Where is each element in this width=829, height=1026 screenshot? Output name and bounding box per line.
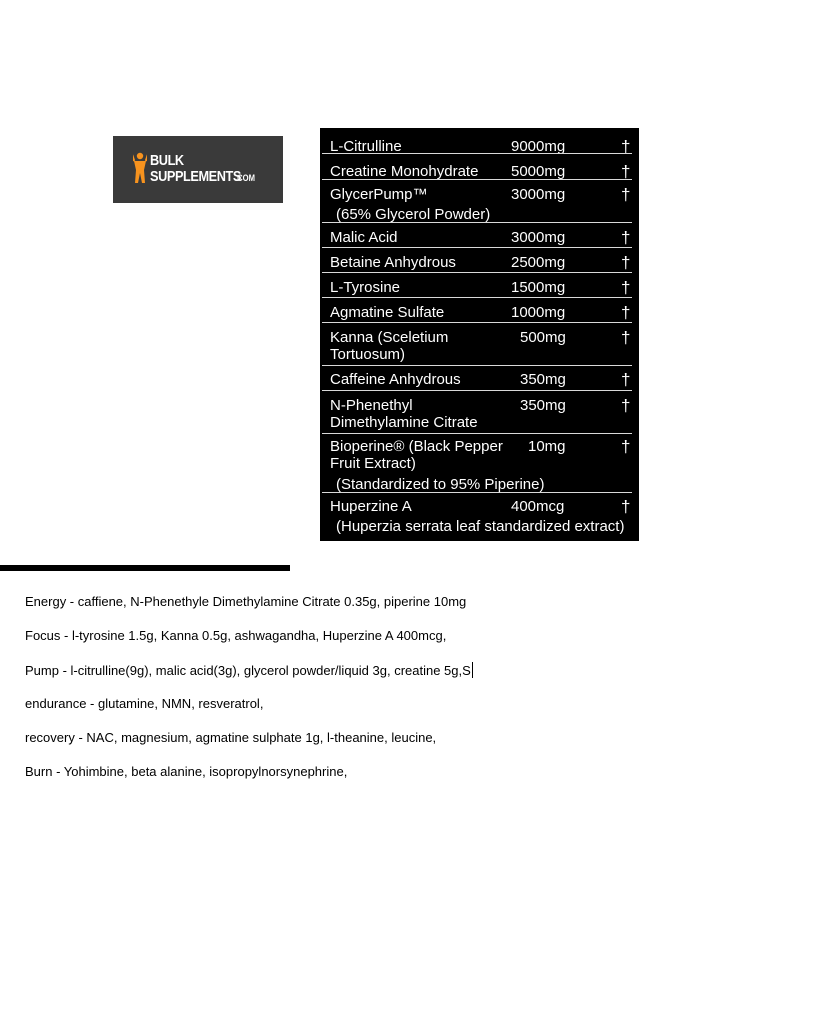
dagger-mark: † <box>621 328 631 347</box>
row-divider <box>322 365 632 366</box>
logo-word-supplements: SUPPLEMENTS <box>150 168 241 185</box>
table-row: Kanna (Sceletium Tortuosum) 500mg † <box>320 324 632 366</box>
ingredient-name: Malic Acid <box>330 229 398 246</box>
dagger-mark: † <box>621 396 631 415</box>
row-divider <box>322 492 632 493</box>
row-divider <box>322 433 632 434</box>
ingredient-name: N-Phenethyl Dimethylamine Citrate <box>330 397 478 431</box>
note-line-recovery: recovery - NAC, magnesium, agmatine sulp… <box>25 730 437 745</box>
dagger-mark: † <box>621 278 631 297</box>
table-row: Bioperine® (Black Pepper Fruit Extract) … <box>320 435 632 493</box>
ingredient-amount: 2500mg <box>511 254 566 271</box>
ingredient-amount: 1500mg <box>511 279 566 296</box>
table-row: L-Tyrosine 1500mg † <box>320 274 632 298</box>
ingredient-name: Caffeine Anhydrous <box>330 371 461 388</box>
table-row: Malic Acid 3000mg † <box>320 224 632 248</box>
ingredient-name: Bioperine® (Black Pepper Fruit Extract) <box>330 438 503 472</box>
table-row: GlycerPump™ 3000mg † (65% Glycerol Powde… <box>320 181 632 223</box>
ingredient-amount: 3000mg <box>511 229 566 246</box>
panel-edge <box>637 128 639 541</box>
table-row: Creatine Monohydrate 5000mg † <box>320 155 632 180</box>
ingredient-name: Agmatine Sulfate <box>330 304 445 321</box>
bulksupplements-logo: BULK SUPPLEMENTS .COM <box>113 136 283 203</box>
ingredient-amount: 5000mg <box>511 163 566 180</box>
table-row: Betaine Anhydrous 2500mg † <box>320 249 632 273</box>
dagger-mark: † <box>621 303 631 322</box>
person-figure-icon <box>133 152 147 183</box>
dagger-mark: † <box>621 253 631 272</box>
row-divider <box>322 153 632 154</box>
ingredient-subtext: (Huperzia serrata leaf standardized extr… <box>336 518 625 535</box>
supplement-facts-panel: L-Citrulline 9000mg † Creatine Monohydra… <box>320 128 639 541</box>
note-line-energy: Energy - caffiene, N-Phenethyle Dimethyl… <box>25 594 467 609</box>
row-divider <box>322 247 632 248</box>
text-cursor <box>471 662 473 678</box>
horizontal-divider <box>0 565 290 571</box>
ingredient-amount: 3000mg <box>511 186 566 203</box>
ingredient-amount: 10mg <box>528 438 566 455</box>
ingredient-name: Creatine Monohydrate <box>330 163 479 180</box>
ingredient-amount: 350mg <box>520 397 566 414</box>
logo-word-com: .COM <box>235 173 255 183</box>
table-row: Huperzine A 400mcg † (Huperzia serrata l… <box>320 494 632 539</box>
row-divider <box>322 179 632 180</box>
ingredient-name: Betaine Anhydrous <box>330 254 456 271</box>
row-divider <box>322 322 632 323</box>
row-divider <box>322 297 632 298</box>
note-line-burn: Burn - Yohimbine, beta alanine, isopropy… <box>25 764 348 779</box>
dagger-mark: † <box>621 437 631 456</box>
dagger-mark: † <box>621 497 631 516</box>
note-line-endurance: endurance - glutamine, NMN, resveratrol, <box>25 696 264 711</box>
ingredient-name: Huperzine A <box>330 498 412 515</box>
ingredient-amount: 350mg <box>520 371 566 388</box>
note-line-pump-text: Pump - l-citrulline(9g), malic acid(3g),… <box>25 663 471 678</box>
ingredient-subtext: (65% Glycerol Powder) <box>336 206 491 223</box>
row-divider <box>322 390 632 391</box>
row-divider <box>322 272 632 273</box>
dagger-mark: † <box>621 185 631 204</box>
dagger-mark: † <box>621 162 631 181</box>
ingredient-name: GlycerPump™ <box>330 186 428 203</box>
table-row: Caffeine Anhydrous 350mg † <box>320 367 632 391</box>
table-row: L-Citrulline 9000mg † <box>320 130 632 155</box>
ingredient-subtext: (Standardized to 95% Piperine) <box>336 476 545 493</box>
ingredient-amount: 500mg <box>520 329 566 346</box>
ingredient-name: L-Tyrosine <box>330 279 401 296</box>
dagger-mark: † <box>621 228 631 247</box>
dagger-mark: † <box>621 370 631 389</box>
table-row: Agmatine Sulfate 1000mg † <box>320 299 632 323</box>
logo-word-bulk: BULK <box>150 152 184 169</box>
table-row: N-Phenethyl Dimethylamine Citrate 350mg … <box>320 392 632 434</box>
ingredient-name: Kanna (Sceletium Tortuosum) <box>330 329 449 363</box>
ingredient-amount: 1000mg <box>511 304 566 321</box>
note-line-pump[interactable]: Pump - l-citrulline(9g), malic acid(3g),… <box>25 662 473 678</box>
ingredient-amount: 400mcg <box>511 498 565 515</box>
note-line-focus: Focus - l-tyrosine 1.5g, Kanna 0.5g, ash… <box>25 628 447 643</box>
row-divider <box>322 222 632 223</box>
